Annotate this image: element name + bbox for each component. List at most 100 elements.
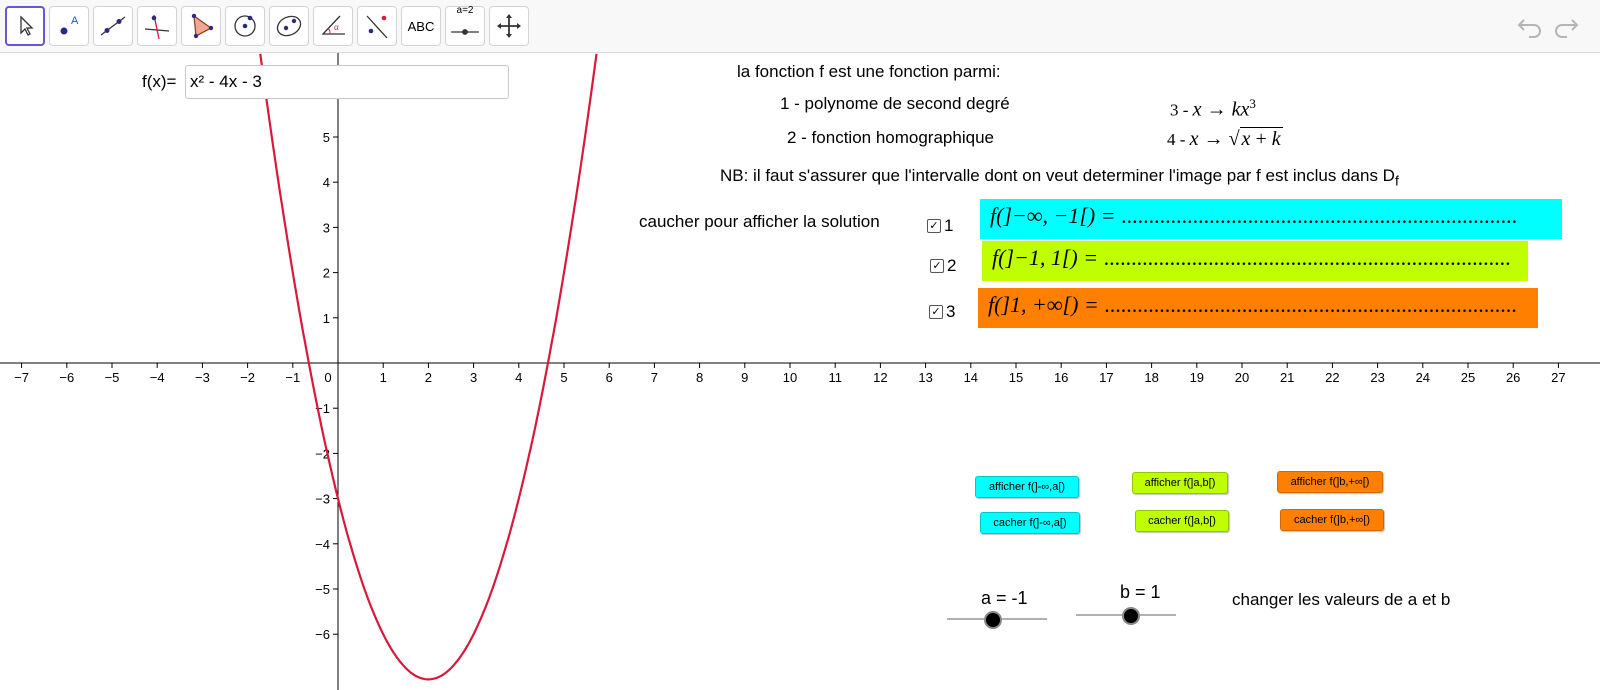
hide-interval-3-button[interactable]: cacher f(]b,+∞[) — [1280, 509, 1384, 531]
checkbox-2-tick-icon: ✓ — [930, 259, 944, 273]
y-tick-label: −6 — [315, 627, 330, 642]
svg-text:α: α — [334, 22, 339, 32]
point-tool-button[interactable]: A — [49, 6, 89, 46]
option-1-text: 1 - polynome de second degré — [780, 94, 1010, 113]
checkbox-2-label: 2 — [947, 256, 957, 275]
svg-text:A: A — [71, 15, 79, 27]
polygon-tool-button[interactable] — [181, 6, 221, 46]
slider-hint-text: changer les valeurs de a et b — [1232, 590, 1451, 609]
hide-interval-2-button[interactable]: cacher f(]a,b[) — [1135, 510, 1229, 532]
conic-tool-button[interactable] — [269, 6, 309, 46]
checkbox-3-label: 3 — [946, 302, 956, 321]
y-tick-label: −4 — [315, 537, 330, 552]
x-tick-label: −3 — [195, 370, 210, 385]
hide-interval-1-button[interactable]: cacher f(]-∞,a[) — [980, 512, 1080, 534]
point-icon: A — [60, 15, 79, 35]
nb-text: NB: il faut s'assurer que l'intervalle d… — [720, 166, 1395, 185]
move-tool-button[interactable] — [5, 6, 45, 46]
x-tick-label: 8 — [696, 370, 703, 385]
y-tick-label: 1 — [323, 311, 330, 326]
slider-a-label: a = -1 — [981, 588, 1028, 608]
x-tick-label: 7 — [651, 370, 658, 385]
y-tick-label: 2 — [323, 266, 330, 281]
function-input-field[interactable]: x² - 4x - 3 — [185, 65, 509, 99]
reflect-tool-button[interactable] — [357, 6, 397, 46]
x-tick-label: 4 — [515, 370, 522, 385]
y-tick-label: −3 — [315, 492, 330, 507]
x-tick-label: −4 — [150, 370, 165, 385]
reflect-icon — [366, 15, 388, 39]
x-tick-label: 16 — [1054, 370, 1068, 385]
solution-2-dots: ........................................… — [1103, 245, 1511, 270]
solution-band-1: f(]−∞, −1[) = ..........................… — [980, 199, 1562, 239]
x-tick-label: 5 — [560, 370, 567, 385]
y-tick-label: 4 — [323, 175, 330, 190]
x-tick-label: 23 — [1370, 370, 1384, 385]
x-tick-label: 26 — [1506, 370, 1520, 385]
x-tick-label: 21 — [1280, 370, 1294, 385]
x-tick-label: 1 — [380, 370, 387, 385]
solution-3-dots: ........................................… — [1104, 292, 1517, 317]
redo-icon[interactable] — [1551, 12, 1581, 40]
solution-3-lhs: f(]1, +∞[) = — [988, 292, 1105, 317]
angle-tool-button[interactable]: α — [313, 6, 353, 46]
option-3-formula: 3 - x → kx3 — [1170, 96, 1256, 121]
x-tick-label: 24 — [1416, 370, 1430, 385]
option-3-number: 3 - — [1170, 100, 1193, 120]
move-view-tool-button[interactable] — [489, 6, 529, 46]
function-input-label: f(x)= — [142, 72, 177, 91]
y-tick-label: 3 — [323, 220, 330, 235]
x-tick-label: 3 — [470, 370, 477, 385]
show-interval-3-button[interactable]: afficher f(]b,+∞[) — [1277, 471, 1383, 493]
x-tick-label: 25 — [1461, 370, 1475, 385]
checkbox-1-label: 1 — [944, 216, 954, 235]
checkbox-2[interactable]: ✓ 2 — [930, 256, 956, 276]
solution-1-lhs: f(]−∞, −1[) = — [990, 203, 1122, 228]
solution-1-dots: ........................................… — [1121, 203, 1518, 228]
circle-icon — [234, 15, 256, 37]
x-tick-label: 14 — [964, 370, 978, 385]
checkbox-3-tick-icon: ✓ — [929, 305, 943, 319]
x-tick-label: 12 — [873, 370, 887, 385]
x-tick-label: 11 — [828, 370, 842, 385]
x-tick-label: −2 — [240, 370, 255, 385]
x-tick-label: 2 — [425, 370, 432, 385]
perpendicular-tool-button[interactable] — [137, 6, 177, 46]
option-2-text: 2 - fonction homographique — [787, 128, 994, 147]
x-tick-label: 15 — [1009, 370, 1023, 385]
x-tick-label: 0 — [324, 370, 331, 385]
toolbar: A α ABC a=2 — [0, 0, 1600, 53]
circle-tool-button[interactable] — [225, 6, 265, 46]
cursor-arrow-icon — [20, 15, 34, 36]
solution-band-3: f(]1, +∞[) = ...........................… — [978, 288, 1538, 328]
line-tool-button[interactable] — [93, 6, 133, 46]
option-4-number: 4 - — [1167, 130, 1190, 149]
slider-icon: a=2 — [450, 5, 480, 47]
slider-b-label: b = 1 — [1120, 582, 1161, 602]
slider-tool-label: a=2 — [456, 5, 474, 16]
text-tool-label: ABC — [407, 18, 435, 34]
checkbox-3[interactable]: ✓ 3 — [929, 302, 955, 322]
x-tick-label: −6 — [59, 370, 74, 385]
x-tick-label: 18 — [1144, 370, 1158, 385]
x-tick-label: 19 — [1190, 370, 1204, 385]
intro-text: la fonction f est une fonction parmi: — [737, 62, 1001, 81]
x-tick-label: 17 — [1099, 370, 1113, 385]
option-4-formula: 4 - x → √ x + k — [1167, 127, 1283, 150]
x-tick-label: 10 — [783, 370, 797, 385]
checkbox-1[interactable]: ✓ 1 — [927, 216, 953, 236]
x-tick-label: 22 — [1325, 370, 1339, 385]
slider-b-knob[interactable] — [1122, 607, 1140, 625]
perpendicular-line-icon — [144, 14, 170, 40]
solution-2-lhs: f(]−1, 1[) = — [992, 245, 1104, 270]
y-tick-label: 5 — [323, 130, 330, 145]
show-interval-1-button[interactable]: afficher f(]-∞,a[) — [975, 476, 1079, 498]
x-tick-label: −5 — [105, 370, 120, 385]
undo-icon[interactable] — [1515, 12, 1545, 40]
text-tool-button[interactable]: ABC — [401, 6, 441, 46]
nb-note: NB: il faut s'assurer que l'intervalle d… — [720, 166, 1399, 188]
x-tick-label: 6 — [606, 370, 613, 385]
slider-a-knob[interactable] — [984, 611, 1002, 629]
slider-tool-button[interactable]: a=2 — [445, 5, 485, 47]
show-interval-2-button[interactable]: afficher f(]a,b[) — [1132, 472, 1228, 494]
